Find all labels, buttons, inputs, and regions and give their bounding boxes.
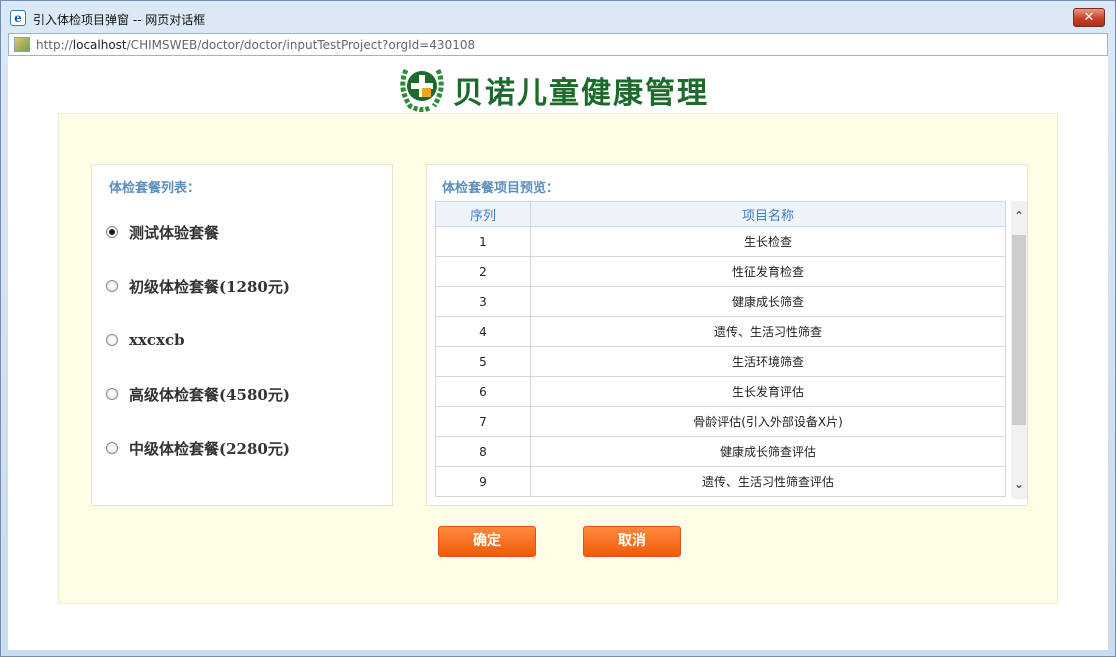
ie-icon: e bbox=[10, 10, 26, 26]
cell-index: 1 bbox=[435, 226, 531, 257]
table-row: 7 骨龄评估(引入外部设备X片) bbox=[435, 406, 1006, 437]
scroll-up-icon[interactable]: ⌃ bbox=[1011, 201, 1027, 231]
table-row: 5 生活环境筛查 bbox=[435, 346, 1006, 377]
package-label[interactable]: 中级体检套餐(2280元) bbox=[129, 438, 290, 459]
confirm-button[interactable]: 确定 bbox=[438, 526, 536, 557]
url-host: localhost bbox=[72, 38, 127, 52]
package-item[interactable]: 高级体检套餐(4580元) bbox=[106, 383, 290, 405]
radio-button[interactable] bbox=[106, 442, 118, 454]
cell-index: 4 bbox=[435, 316, 531, 347]
title-bar: e 引入体检项目弹窗 -- 网页对话框 ✕ bbox=[1, 1, 1115, 33]
package-item[interactable]: xxcxcb bbox=[106, 329, 185, 351]
url-path: /CHIMSWEB/doctor/doctor/inputTestProject… bbox=[126, 38, 476, 52]
table-row: 8 健康成长筛查评估 bbox=[435, 436, 1006, 467]
vertical-scrollbar[interactable]: ⌃ ⌄ bbox=[1011, 201, 1027, 499]
cell-index: 5 bbox=[435, 346, 531, 377]
package-label[interactable]: 高级体检套餐(4580元) bbox=[129, 384, 290, 405]
cell-index: 7 bbox=[435, 406, 531, 437]
table-row: 9 遗传、生活习性筛查评估 bbox=[435, 466, 1006, 497]
table-header-row: 序列 项目名称 bbox=[435, 201, 1006, 227]
cell-name: 生长发育评估 bbox=[530, 376, 1006, 407]
package-label[interactable]: xxcxcb bbox=[129, 331, 185, 349]
cell-name: 健康成长筛查评估 bbox=[530, 436, 1006, 467]
package-item[interactable]: 测试体验套餐 bbox=[106, 221, 219, 243]
column-header-index: 序列 bbox=[435, 201, 531, 227]
logo-text: 贝诺儿童健康管理 bbox=[453, 76, 709, 111]
scrollbar-thumb[interactable] bbox=[1012, 235, 1026, 425]
package-list-title: 体检套餐列表： bbox=[109, 181, 201, 196]
preview-table-scroll[interactable]: 序列 项目名称 1 生长检查 2 性征发育检查 3 健康成长筛查 4 遗传、生活习性筛查… bbox=[435, 201, 1027, 499]
scroll-down-icon[interactable]: ⌄ bbox=[1011, 469, 1027, 499]
cell-index: 8 bbox=[435, 436, 531, 467]
cell-index: 2 bbox=[435, 256, 531, 287]
table-row: 3 健康成长筛查 bbox=[435, 286, 1006, 317]
cell-name: 遗传、生活习性筛查评估 bbox=[530, 466, 1006, 497]
package-label[interactable]: 初级体检套餐(1280元) bbox=[129, 276, 290, 297]
main-panel: 体检套餐列表： 测试体验套餐 初级体检套餐(1280元) xxcxcb 高级体检… bbox=[58, 113, 1058, 604]
cell-name: 骨龄评估(引入外部设备X片) bbox=[530, 406, 1006, 437]
column-header-name: 项目名称 bbox=[530, 201, 1006, 227]
table-row: 2 性征发育检查 bbox=[435, 256, 1006, 287]
cell-name: 遗传、生活习性筛查 bbox=[530, 316, 1006, 347]
close-button[interactable]: ✕ bbox=[1073, 8, 1105, 27]
cell-index: 6 bbox=[435, 376, 531, 407]
preview-table: 序列 项目名称 1 生长检查 2 性征发育检查 3 健康成长筛查 4 遗传、生活习性筛查… bbox=[435, 201, 1006, 497]
preview-title: 体检套餐项目预览： bbox=[442, 181, 560, 196]
laurel-emblem-icon bbox=[400, 68, 444, 112]
package-item[interactable]: 初级体检套餐(1280元) bbox=[106, 275, 290, 297]
preview-box: 体检套餐项目预览： 序列 项目名称 1 生长检查 2 性征发育检查 3 健康成长… bbox=[426, 164, 1028, 506]
table-row: 1 生长检查 bbox=[435, 226, 1006, 257]
radio-button[interactable] bbox=[106, 226, 118, 238]
radio-button[interactable] bbox=[106, 388, 118, 400]
radio-button[interactable] bbox=[106, 334, 118, 346]
address-bar: http://localhost/CHIMSWEB/doctor/doctor/… bbox=[8, 33, 1108, 56]
radio-button[interactable] bbox=[106, 280, 118, 292]
page-content: 贝诺儿童健康管理 体检套餐列表： 测试体验套餐 初级体检套餐(1280元) xx… bbox=[8, 56, 1108, 650]
package-item[interactable]: 中级体检套餐(2280元) bbox=[106, 437, 290, 459]
url-text: http://localhost/CHIMSWEB/doctor/doctor/… bbox=[36, 38, 475, 52]
cell-name: 性征发育检查 bbox=[530, 256, 1006, 287]
brand-logo: 贝诺儿童健康管理 bbox=[396, 64, 736, 112]
url-prefix: http:// bbox=[36, 38, 73, 52]
cancel-button[interactable]: 取消 bbox=[583, 526, 681, 557]
cell-name: 生活环境筛查 bbox=[530, 346, 1006, 377]
window-title: 引入体检项目弹窗 -- 网页对话框 bbox=[33, 13, 206, 27]
table-row: 4 遗传、生活习性筛查 bbox=[435, 316, 1006, 347]
package-list-box: 体检套餐列表： 测试体验套餐 初级体检套餐(1280元) xxcxcb 高级体检… bbox=[91, 164, 393, 506]
cell-name: 健康成长筛查 bbox=[530, 286, 1006, 317]
package-label[interactable]: 测试体验套餐 bbox=[129, 222, 219, 243]
dialog-window: e 引入体检项目弹窗 -- 网页对话框 ✕ http://localhost/C… bbox=[0, 0, 1116, 657]
cell-index: 3 bbox=[435, 286, 531, 317]
table-row: 6 生长发育评估 bbox=[435, 376, 1006, 407]
cell-name: 生长检查 bbox=[530, 226, 1006, 257]
cell-index: 9 bbox=[435, 466, 531, 497]
page-icon bbox=[14, 37, 30, 52]
